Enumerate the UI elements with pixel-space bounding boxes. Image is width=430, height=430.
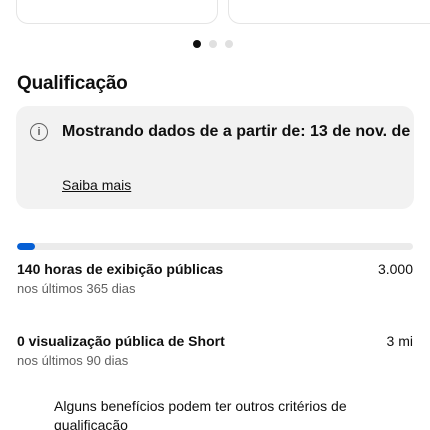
- requirement-row-short-views: 0 visualização pública de Short nos últi…: [17, 333, 413, 368]
- eligibility-note: Alguns benefícios podem ter outros crité…: [54, 398, 347, 430]
- info-banner-text: Mostrando dados de a partir de: 13 de no…: [62, 123, 414, 140]
- carousel-dot-active[interactable]: [193, 40, 201, 48]
- requirement-row-watch-hours: 140 horas de exibição públicas nos últim…: [17, 261, 413, 296]
- progress-bar: [17, 243, 413, 250]
- learn-more-link[interactable]: Saiba mais: [62, 177, 131, 193]
- requirement-subtitle: nos últimos 90 dias: [17, 353, 129, 368]
- requirement-target: 3 mi: [386, 333, 413, 349]
- requirement-title: 140 horas de exibição públicas: [17, 261, 224, 277]
- info-icon: i: [30, 123, 48, 141]
- info-banner: i Mostrando dados de a partir de: 13 de …: [16, 106, 414, 209]
- requirement-title: 0 visualização pública de Short: [17, 333, 225, 349]
- carousel-card[interactable]: [16, 0, 218, 24]
- requirement-subtitle: nos últimos 365 dias: [17, 281, 136, 296]
- carousel-dot[interactable]: [209, 40, 217, 48]
- carousel-dot[interactable]: [225, 40, 233, 48]
- section-title: Qualificação: [17, 73, 128, 94]
- carousel-indicator: [193, 40, 233, 48]
- page: Qualificação i Mostrando dados de a part…: [0, 0, 430, 430]
- progress-bar-fill: [17, 243, 35, 250]
- requirement-target: 3.000: [377, 261, 413, 277]
- carousel-card[interactable]: [228, 0, 430, 24]
